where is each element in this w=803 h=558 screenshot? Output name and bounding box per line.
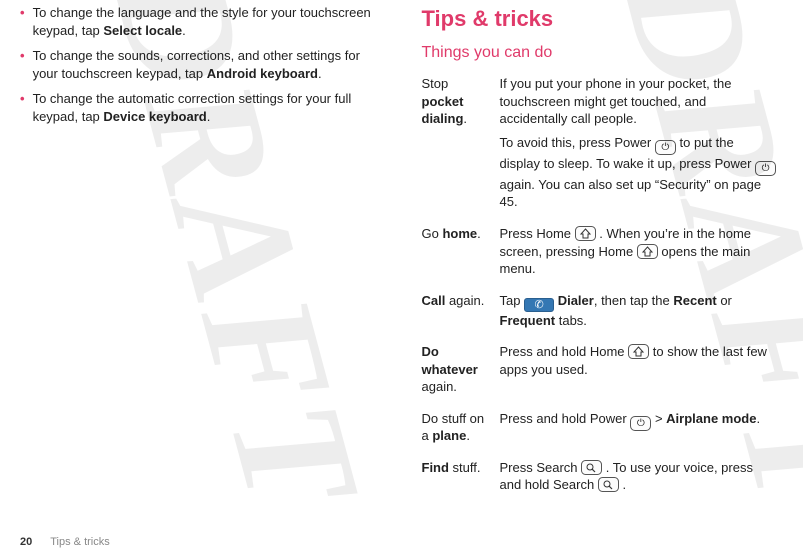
tip-label: Do whatever again. (422, 339, 500, 406)
table-row: Do whatever again. Press and hold Home t… (422, 339, 784, 406)
table-row: Stop pocket dialing. If you put your pho… (422, 71, 784, 221)
footer-text: Tips & tricks (50, 535, 110, 550)
tip-description: Press Home . When you’re in the home scr… (500, 221, 784, 288)
tip-label: Stop pocket dialing. (422, 71, 500, 221)
subsection-title: Things you can do (422, 42, 784, 64)
bullet-item: • To change the automatic correction set… (20, 90, 382, 125)
table-row: Do stuff on a plane. Press and hold Powe… (422, 406, 784, 455)
home-icon (628, 344, 649, 359)
tip-description: If you put your phone in your pocket, th… (500, 71, 784, 221)
table-row: Find stuff. Press Search . To use your v… (422, 455, 784, 504)
tip-label: Call again. (422, 288, 500, 340)
bullet-dot-icon: • (20, 4, 25, 39)
dialer-icon (524, 298, 554, 312)
tips-table: Stop pocket dialing. If you put your pho… (422, 71, 784, 504)
power-icon (630, 416, 651, 431)
bullet-text: To change the sounds, corrections, and o… (33, 47, 382, 82)
tip-description: Press and hold Home to show the last few… (500, 339, 784, 406)
tip-description: Press Search . To use your voice, press … (500, 455, 784, 504)
tip-description: Press and hold Power > Airplane mode. (500, 406, 784, 455)
page-number: 20 (20, 535, 32, 550)
table-row: Go home. Press Home . When you’re in the… (422, 221, 784, 288)
bullet-text: To change the automatic correction setti… (33, 90, 382, 125)
bullet-item: • To change the sounds, corrections, and… (20, 47, 382, 82)
bullet-item: • To change the language and the style f… (20, 4, 382, 39)
tip-label: Find stuff. (422, 455, 500, 504)
bullet-text: To change the language and the style for… (33, 4, 382, 39)
tip-label: Do stuff on a plane. (422, 406, 500, 455)
tip-label: Go home. (422, 221, 500, 288)
search-icon (581, 460, 602, 475)
home-icon (575, 226, 596, 241)
power-icon (755, 161, 776, 176)
page-footer: 20 Tips & tricks (20, 535, 110, 550)
bullet-dot-icon: • (20, 47, 25, 82)
page-columns: • To change the language and the style f… (20, 4, 783, 501)
left-column: • To change the language and the style f… (20, 4, 382, 501)
right-column: Tips & tricks Things you can do Stop poc… (422, 4, 784, 501)
home-icon (637, 244, 658, 259)
table-row: Call again. Tap Dialer, then tap the Rec… (422, 288, 784, 340)
section-title: Tips & tricks (422, 4, 784, 34)
search-icon (598, 477, 619, 492)
power-icon (655, 140, 676, 155)
bullet-dot-icon: • (20, 90, 25, 125)
tip-description: Tap Dialer, then tap the Recent or Frequ… (500, 288, 784, 340)
